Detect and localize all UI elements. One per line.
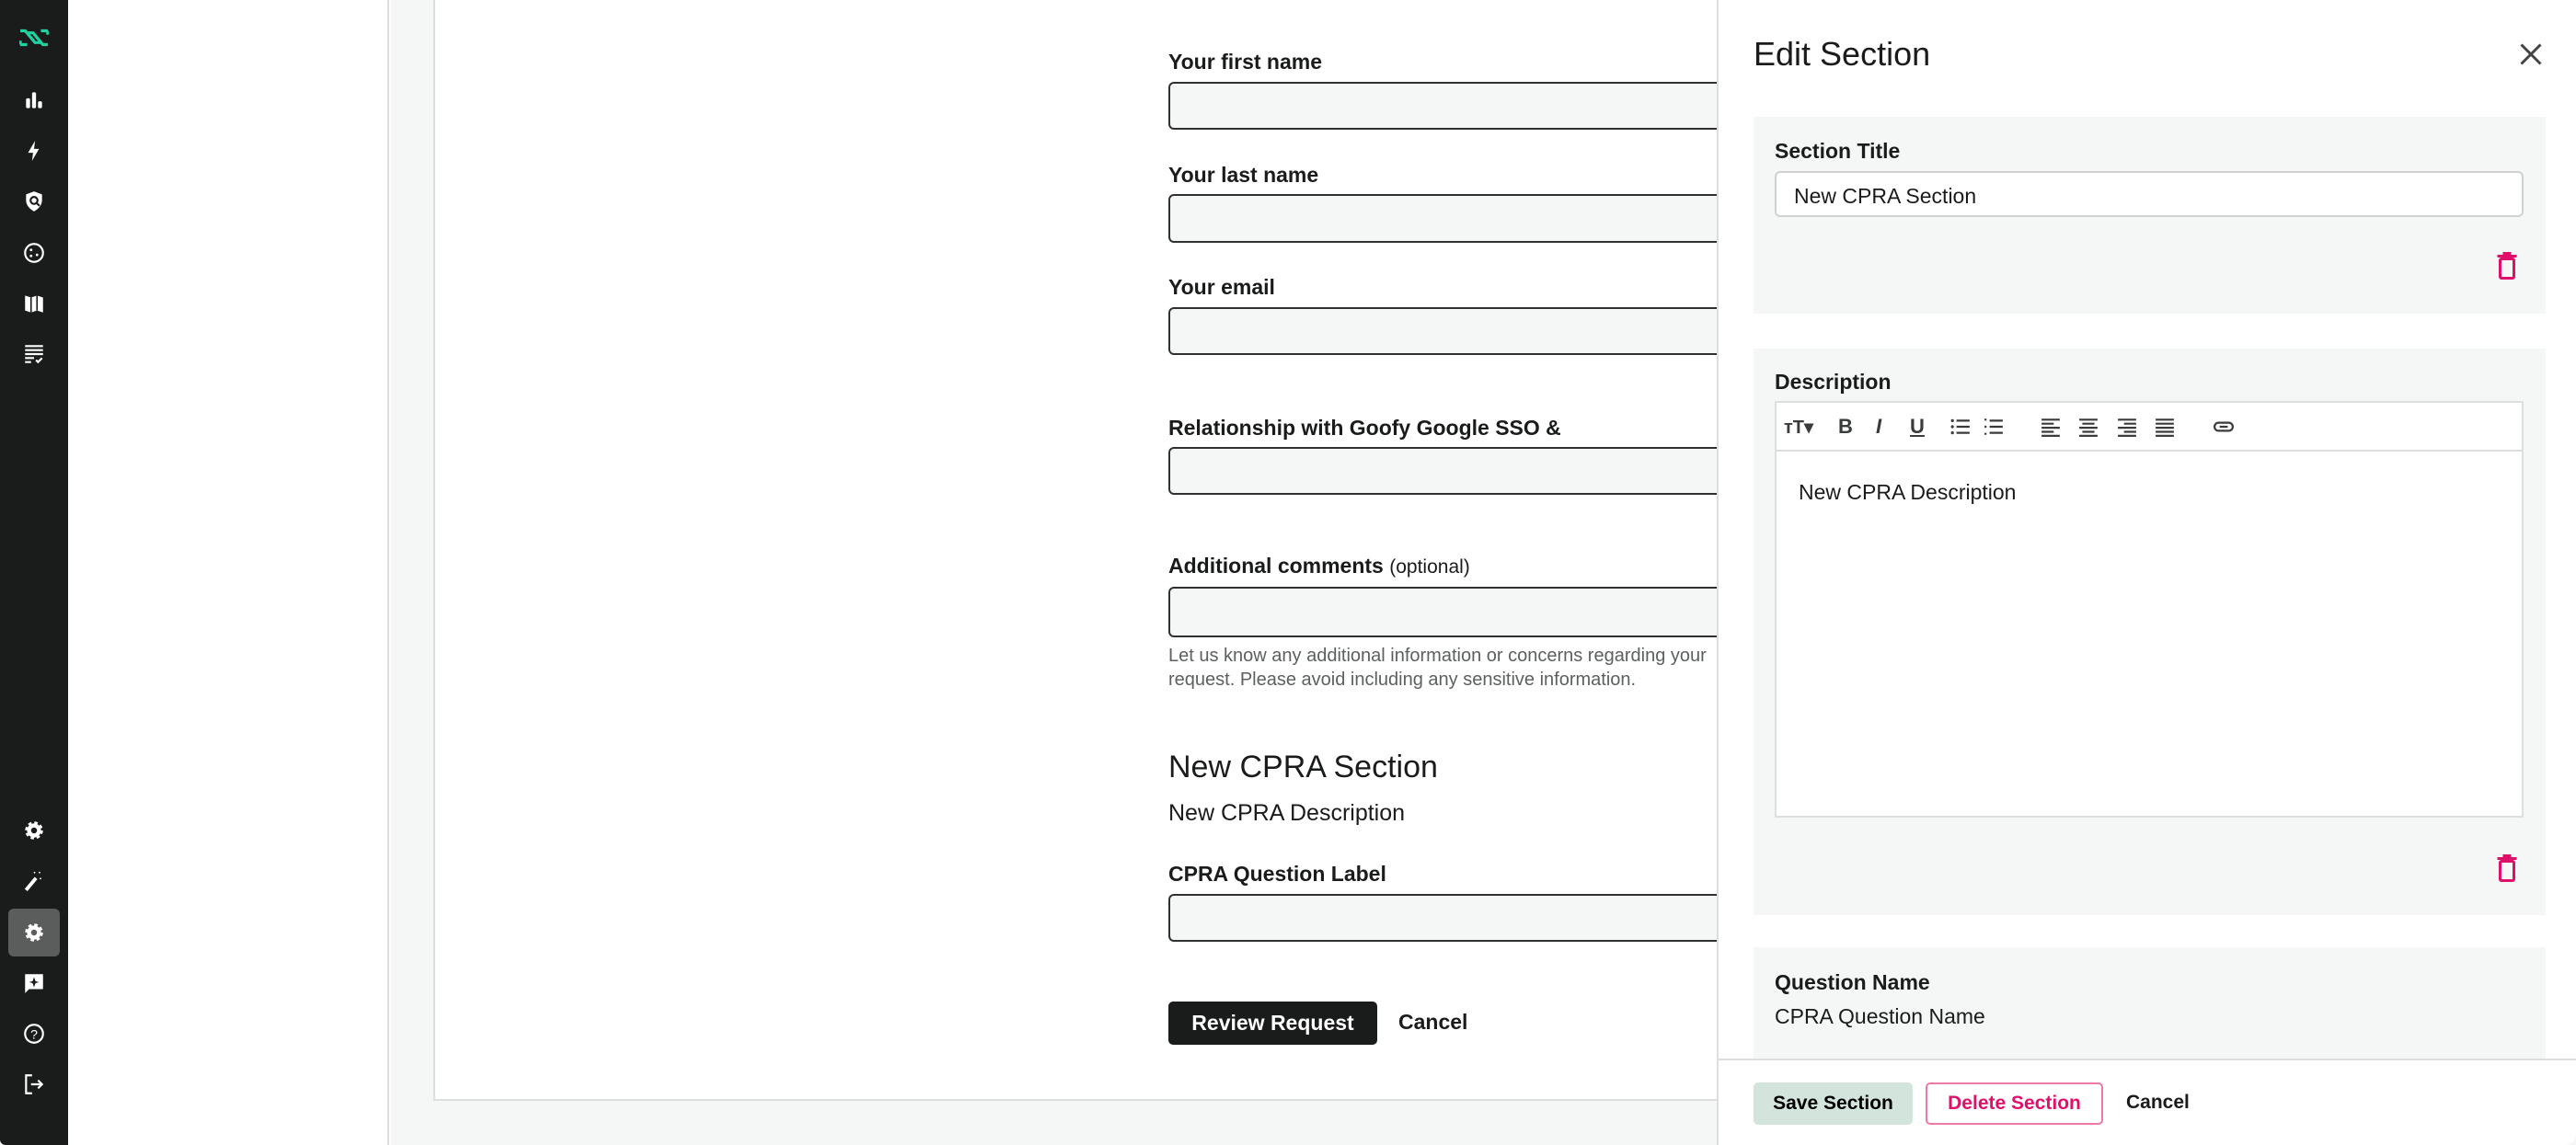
relationship-select[interactable]	[1168, 447, 1812, 495]
description-label: Description	[1775, 370, 1892, 394]
map-icon[interactable]	[8, 280, 60, 327]
align-center-icon[interactable]	[2076, 415, 2100, 439]
list-check-icon[interactable]	[8, 330, 60, 378]
save-section-button[interactable]: Save Section	[1754, 1082, 1913, 1125]
review-request-button[interactable]: Review Request	[1168, 1002, 1377, 1045]
question-label: CPRA Question Label	[1168, 862, 1386, 886]
comments-label-text: Additional comments	[1168, 554, 1384, 578]
email-label: Your email	[1168, 275, 1275, 299]
chart-bar-icon[interactable]	[8, 76, 60, 124]
drawer-title: Edit Section	[1754, 35, 1931, 73]
close-icon[interactable]	[2517, 40, 2545, 68]
comments-help-text: Let us know any additional information o…	[1168, 646, 1707, 690]
cookie-icon[interactable]	[8, 229, 60, 277]
form-cancel-button[interactable]: Cancel	[1398, 1010, 1467, 1035]
gear-icon[interactable]	[8, 807, 60, 854]
drawer-cancel-button[interactable]: Cancel	[2126, 1092, 2190, 1114]
question-panel: Question Name CPRA Question Name	[1754, 947, 2546, 1059]
feedback-icon[interactable]	[8, 959, 60, 1007]
secondary-panel	[68, 0, 389, 1145]
section-title: New CPRA Section	[1168, 750, 1438, 784]
email-input[interactable]	[1168, 307, 1812, 355]
trash-icon[interactable]	[2496, 854, 2518, 882]
relationship-label: Relationship with Goofy Google SSO &	[1168, 416, 1561, 440]
section-description: New CPRA Description	[1168, 800, 1406, 826]
magic-wand-icon[interactable]	[8, 857, 60, 905]
numbered-list-icon[interactable]	[1982, 415, 2006, 439]
edit-section-drawer: Edit Section Section Title New CPRA Sect…	[1717, 0, 2576, 1145]
question-name-value: CPRA Question Name	[1775, 1004, 1985, 1028]
comments-input[interactable]	[1168, 587, 1812, 637]
last-name-input[interactable]	[1168, 194, 1812, 243]
first-name-input[interactable]	[1168, 82, 1812, 130]
question-input[interactable]	[1168, 894, 1812, 942]
editor-toolbar: тT▾ B I U	[1777, 403, 2522, 452]
font-size-icon[interactable]: тT▾	[1782, 415, 1815, 439]
lightning-icon[interactable]	[8, 127, 60, 175]
rich-text-editor[interactable]: тT▾ B I U New CPRA Description	[1775, 401, 2524, 818]
align-right-icon[interactable]	[2115, 415, 2139, 439]
comments-label: Additional comments (optional)	[1168, 554, 1470, 578]
description-text[interactable]: New CPRA Description	[1799, 480, 2016, 505]
section-title-label: Section Title	[1775, 139, 1901, 163]
logo-icon[interactable]	[8, 14, 60, 62]
footer-divider	[1719, 1059, 2576, 1060]
last-name-label: Your last name	[1168, 163, 1319, 187]
underline-icon[interactable]: U	[1905, 415, 1929, 439]
bullet-list-icon[interactable]	[1949, 415, 1972, 439]
description-panel: Description тT▾ B I U New CPRA Descripti…	[1754, 349, 2546, 915]
bold-icon[interactable]: B	[1834, 415, 1857, 439]
section-title-panel: Section Title New CPRA Section	[1754, 117, 2546, 314]
align-left-icon[interactable]	[2039, 415, 2063, 439]
link-icon[interactable]	[2212, 415, 2236, 439]
settings-icon[interactable]	[8, 909, 60, 956]
shield-search-icon[interactable]	[8, 177, 60, 225]
align-justify-icon[interactable]	[2153, 415, 2177, 439]
delete-section-button[interactable]: Delete Section	[1926, 1082, 2103, 1125]
logout-icon[interactable]	[8, 1060, 60, 1108]
sidebar: ?	[0, 0, 68, 1145]
italic-icon[interactable]: I	[1867, 415, 1891, 439]
help-icon[interactable]: ?	[8, 1010, 60, 1058]
question-name-label: Question Name	[1775, 970, 1930, 994]
first-name-label: Your first name	[1168, 50, 1322, 74]
section-title-input[interactable]: New CPRA Section	[1775, 171, 2524, 217]
trash-icon[interactable]	[2496, 252, 2518, 280]
optional-tag: (optional)	[1389, 556, 1470, 578]
svg-text:?: ?	[30, 1026, 38, 1041]
